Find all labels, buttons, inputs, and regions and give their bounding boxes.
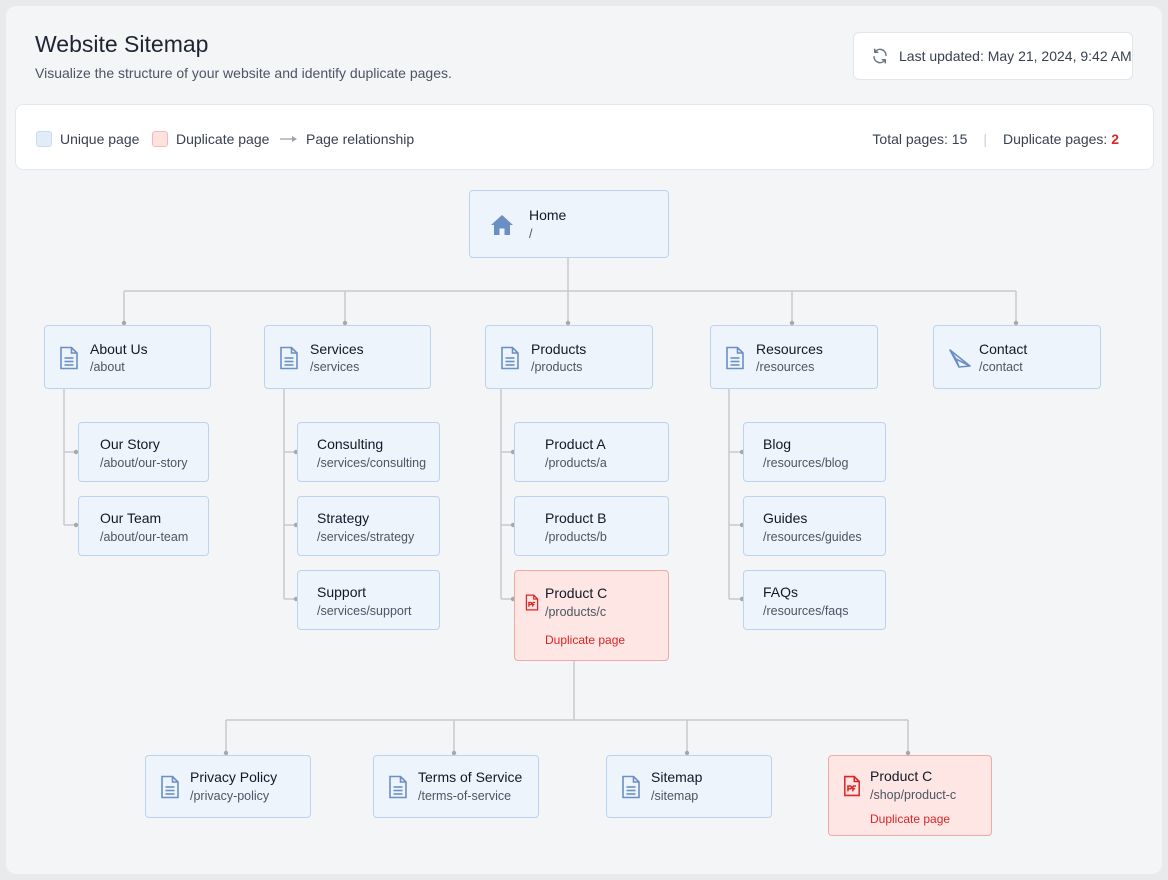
- node-contact[interactable]: Contact /contact: [933, 325, 1101, 389]
- node-name: Contact: [979, 341, 1028, 357]
- node-home[interactable]: Home /: [469, 190, 669, 258]
- document-icon: [389, 775, 407, 799]
- node-path: /products/b: [545, 530, 607, 544]
- node-blog[interactable]: Blog /resources/blog: [743, 422, 886, 482]
- node-path: /: [529, 227, 533, 241]
- pdf-document-icon: [525, 594, 539, 611]
- node-name: About Us: [90, 341, 148, 357]
- node-name: Product A: [545, 436, 606, 452]
- node-path: /resources: [756, 360, 815, 374]
- node-consulting[interactable]: Consulting /services/consulting: [297, 422, 440, 482]
- node-name: Services: [310, 341, 364, 357]
- home-icon: [491, 215, 513, 235]
- node-path: /about: [90, 360, 125, 374]
- node-name: Strategy: [317, 510, 370, 526]
- document-icon: [161, 775, 179, 799]
- send-icon: [949, 349, 971, 368]
- node-product-b[interactable]: Product B /products/b: [514, 496, 669, 556]
- node-path: /about/our-story: [100, 456, 188, 470]
- duplicate-tag: Duplicate page: [870, 812, 951, 826]
- node-name: Our Team: [100, 510, 162, 526]
- node-name: Guides: [763, 510, 808, 526]
- node-path: /services/consulting: [317, 456, 427, 470]
- node-path: /about/our-team: [100, 530, 189, 544]
- node-faqs[interactable]: FAQs /resources/faqs: [743, 570, 886, 630]
- node-name: Resources: [756, 341, 823, 357]
- node-product-a[interactable]: Product A /products/a: [514, 422, 669, 482]
- node-path: /shop/product-c: [870, 788, 957, 802]
- node-terms-of-service[interactable]: Terms of Service /terms-of-service: [373, 755, 539, 818]
- node-name: Consulting: [317, 436, 384, 452]
- node-our-story[interactable]: Our Story /about/our-story: [78, 422, 209, 482]
- duplicate-tag: Duplicate page: [545, 633, 626, 647]
- node-strategy[interactable]: Strategy /services/strategy: [297, 496, 440, 556]
- node-services[interactable]: Services /services: [264, 325, 431, 389]
- node-path: /resources/guides: [763, 530, 862, 544]
- node-support[interactable]: Support /services/support: [297, 570, 440, 630]
- node-name: Home: [529, 207, 567, 223]
- node-privacy-policy[interactable]: Privacy Policy /privacy-policy: [145, 755, 311, 818]
- node-products[interactable]: Products /products: [485, 325, 653, 389]
- document-icon: [280, 346, 298, 370]
- node-path: /resources/faqs: [763, 604, 849, 618]
- node-resources[interactable]: Resources /resources: [710, 325, 878, 389]
- node-name: Terms of Service: [418, 769, 523, 785]
- node-guides[interactable]: Guides /resources/guides: [743, 496, 886, 556]
- document-icon: [60, 346, 78, 370]
- node-name: Privacy Policy: [190, 769, 278, 785]
- node-path: /contact: [979, 360, 1023, 374]
- node-path: /services/support: [317, 604, 412, 618]
- node-path: /products/c: [545, 605, 607, 619]
- node-name: Our Story: [100, 436, 160, 452]
- node-path: /services: [310, 360, 360, 374]
- node-about[interactable]: About Us /about: [44, 325, 211, 389]
- node-name: Sitemap: [651, 769, 703, 785]
- node-name: Blog: [763, 436, 792, 452]
- node-name: FAQs: [763, 584, 799, 600]
- node-path: /products: [531, 360, 583, 374]
- pdf-document-icon: [844, 775, 860, 797]
- node-path: /resources/blog: [763, 456, 849, 470]
- node-path: /privacy-policy: [190, 789, 270, 803]
- node-name: Product B: [545, 510, 607, 526]
- node-path: /terms-of-service: [418, 789, 512, 803]
- node-shop-product-c-duplicate[interactable]: Product C /shop/product-c Duplicate page: [828, 755, 992, 836]
- node-path: /services/strategy: [317, 530, 415, 544]
- document-icon: [622, 775, 640, 799]
- node-name: Products: [531, 341, 587, 357]
- node-path: /sitemap: [651, 789, 699, 803]
- document-icon: [726, 346, 744, 370]
- document-icon: [501, 346, 519, 370]
- node-product-c-duplicate[interactable]: Product C /products/c Duplicate page: [514, 570, 669, 661]
- node-path: /products/a: [545, 456, 607, 470]
- node-our-team[interactable]: Our Team /about/our-team: [78, 496, 209, 556]
- node-name: Product C: [545, 585, 608, 601]
- node-sitemap[interactable]: Sitemap /sitemap: [606, 755, 772, 818]
- node-name: Support: [317, 584, 367, 600]
- node-name: Product C: [870, 768, 933, 784]
